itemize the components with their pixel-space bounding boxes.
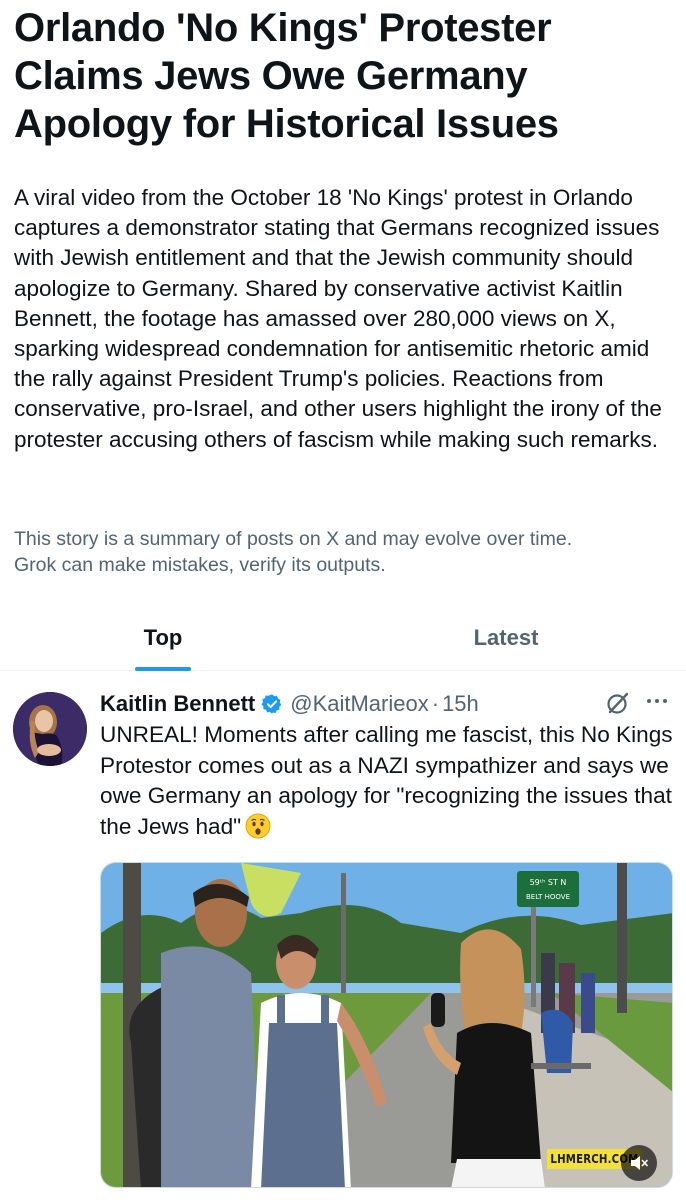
post-header: Kaitlin Bennett @KaitMarieox · 15h [100, 688, 670, 720]
avatar-image [13, 692, 87, 766]
article-disclaimer: This story is a summary of posts on X an… [14, 526, 678, 578]
post-time[interactable]: 15h [442, 691, 479, 717]
active-tab-indicator [135, 667, 191, 671]
verified-badge-icon [261, 694, 282, 714]
street-sign-line-1: 59ᵗʰ ST N [530, 878, 567, 887]
tab-top[interactable]: Top [0, 606, 326, 670]
author-handle[interactable]: @KaitMarieox [290, 691, 429, 717]
hushed-face-emoji [245, 813, 271, 838]
mute-icon[interactable] [621, 1145, 657, 1181]
author-name[interactable]: Kaitlin Bennett [100, 691, 255, 717]
disclaimer-line-2: Grok can make mistakes, verify its outpu… [14, 554, 386, 576]
more-dots [647, 699, 667, 703]
more-options-icon[interactable] [644, 692, 670, 714]
article-headline: Orlando 'No Kings' Protester Claims Jews… [14, 6, 559, 146]
avatar[interactable] [13, 692, 87, 766]
disclaimer-line-1: This story is a summary of posts on X an… [14, 528, 573, 550]
article-summary: A viral video from the October 18 'No Ki… [14, 185, 662, 452]
post-text: UNREAL! Moments after calling me fascist… [100, 720, 675, 842]
street-sign-line-2: BELT HOOVE [526, 893, 570, 901]
feed-tabs: Top Latest [0, 606, 686, 671]
post-text-content: UNREAL! Moments after calling me fascist… [100, 722, 673, 839]
tab-latest[interactable]: Latest [343, 606, 669, 670]
speaker-muted-glyph [631, 1156, 648, 1170]
video-frame: 59ᵗʰ ST N BELT HOOVE [101, 863, 672, 1187]
separator-dot: · [431, 691, 440, 716]
post-video[interactable]: 59ᵗʰ ST N BELT HOOVE LHMERCH.COM [100, 862, 673, 1188]
grok-icon[interactable] [605, 690, 631, 716]
